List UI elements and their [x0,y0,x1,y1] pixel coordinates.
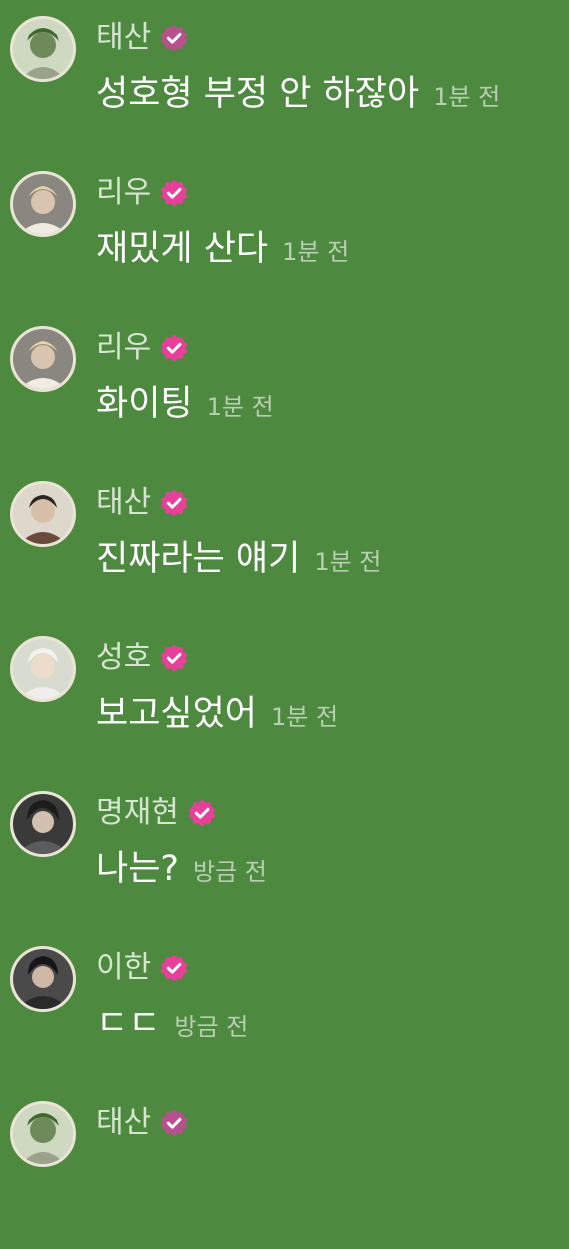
username[interactable]: 이한 [96,948,189,988]
chat-message: 명재현 나는? 방금 전 [0,789,569,939]
chat-feed[interactable]: 태산 성호형 부정 안 하잖아 1분 전 리우 재밌게 산다 1분 전 리우 화… [0,0,569,1167]
user-avatar[interactable] [10,481,76,547]
verified-badge-icon [159,178,189,208]
chat-message: 성호 보고싶었어 1분 전 [0,634,569,784]
user-avatar[interactable] [10,946,76,1012]
chat-message: 리우 재밌게 산다 1분 전 [0,169,569,319]
message-text: ㄷㄷ [96,1004,161,1044]
message-time: 방금 전 [192,858,267,886]
user-avatar[interactable] [10,791,76,857]
verified-badge-icon [159,488,189,518]
message-text: 성호형 부정 안 하잖아 [96,74,420,114]
username[interactable]: 명재현 [96,793,217,833]
chat-message: 리우 화이팅 1분 전 [0,324,569,474]
message-time: 1분 전 [206,393,274,421]
username[interactable]: 태산 [96,18,189,58]
username[interactable]: 리우 [96,173,189,213]
chat-message: 태산 성호형 부정 안 하잖아 1분 전 [0,14,569,164]
username[interactable]: 리우 [96,328,189,368]
verified-badge-icon [159,953,189,983]
user-avatar[interactable] [10,326,76,392]
username[interactable]: 태산 [96,1103,189,1143]
message-text: 화이팅 [96,384,193,424]
verified-badge-icon [159,643,189,673]
username[interactable]: 성호 [96,638,189,678]
username[interactable]: 태산 [96,483,189,523]
user-avatar[interactable] [10,636,76,702]
verified-badge-icon [159,1108,189,1138]
message-text: 재밌게 산다 [96,229,269,269]
message-text: 보고싶었어 [96,694,258,734]
verified-badge-icon [159,333,189,363]
message-time: 방금 전 [174,1013,249,1041]
message-text: 나는? [96,849,179,889]
message-time: 1분 전 [314,548,382,576]
message-time: 1분 전 [282,238,350,266]
user-avatar[interactable] [10,1101,76,1167]
user-avatar[interactable] [10,171,76,237]
chat-message: 태산 [0,1099,569,1249]
message-text: 진짜라는 얘기 [96,539,301,579]
chat-message: 태산 진짜라는 얘기 1분 전 [0,479,569,629]
user-avatar[interactable] [10,16,76,82]
message-time: 1분 전 [271,703,339,731]
message-time: 1분 전 [433,83,501,111]
verified-badge-icon [187,798,217,828]
chat-message: 이한 ㄷㄷ 방금 전 [0,944,569,1094]
verified-badge-icon [159,23,189,53]
